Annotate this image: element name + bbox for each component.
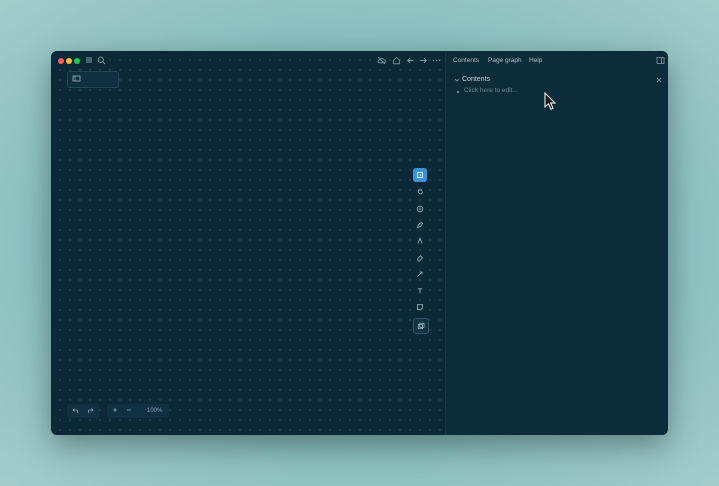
- maximize-window-button[interactable]: [74, 58, 80, 64]
- search-icon[interactable]: [97, 56, 106, 65]
- forward-arrow-icon[interactable]: [419, 56, 428, 65]
- app-window: 100% Contents Page graph Help Contents C…: [51, 51, 668, 435]
- bullet-icon: [456, 90, 460, 94]
- contents-heading: Contents: [462, 76, 491, 83]
- undo-icon[interactable]: [72, 406, 80, 414]
- shape-tool-button[interactable]: [413, 202, 427, 216]
- select-icon: [417, 172, 423, 178]
- home-icon[interactable]: [392, 56, 401, 65]
- connector-icon: [417, 271, 423, 277]
- highlighter-tool-button[interactable]: [413, 234, 427, 248]
- side-panel: Contents Page graph Help Contents Click …: [445, 51, 668, 435]
- page-button[interactable]: [67, 71, 119, 88]
- eraser-icon: [417, 255, 424, 262]
- chevron-down-icon[interactable]: [454, 77, 460, 83]
- close-window-button[interactable]: [58, 58, 64, 64]
- eraser-tool-button[interactable]: [413, 251, 427, 265]
- whiteboard-canvas[interactable]: 100%: [51, 51, 445, 435]
- highlighter-icon: [417, 237, 423, 244]
- toggle-sidebar-icon[interactable]: [656, 56, 665, 65]
- hand-tool-button[interactable]: [413, 184, 427, 198]
- close-icon[interactable]: [655, 76, 663, 84]
- zoom-level[interactable]: 100%: [147, 408, 162, 414]
- embed-tool-button[interactable]: [413, 318, 429, 334]
- connector-tool-button[interactable]: [413, 267, 427, 281]
- shape-icon: [416, 205, 424, 213]
- history-controls: [67, 404, 99, 418]
- tab-page-graph[interactable]: Page graph: [488, 57, 522, 64]
- more-options-icon[interactable]: [432, 56, 441, 65]
- minimize-window-button[interactable]: [66, 58, 72, 64]
- embed-icon: [417, 322, 425, 330]
- mouse-cursor-icon: [544, 92, 558, 111]
- sticky-note-tool-button[interactable]: [413, 300, 427, 314]
- redo-icon[interactable]: [86, 406, 94, 414]
- pen-tool-button[interactable]: [413, 218, 427, 232]
- zoom-out-icon[interactable]: [125, 406, 133, 414]
- text-tool-button[interactable]: [413, 284, 427, 298]
- page-icon: [72, 74, 81, 83]
- zoom-in-icon[interactable]: [111, 406, 119, 414]
- tab-help[interactable]: Help: [529, 57, 542, 64]
- menu-icon[interactable]: [85, 56, 93, 64]
- cloud-offline-icon[interactable]: [377, 56, 386, 65]
- sticky-note-icon: [417, 304, 423, 310]
- text-icon: [417, 288, 423, 294]
- zoom-controls: 100%: [107, 404, 169, 418]
- click-to-edit-placeholder[interactable]: Click here to edit...: [464, 87, 518, 94]
- tab-contents[interactable]: Contents: [453, 57, 479, 64]
- select-tool-button[interactable]: [413, 168, 427, 182]
- back-arrow-icon[interactable]: [406, 56, 415, 65]
- pen-icon: [416, 221, 424, 229]
- hand-icon: [418, 188, 423, 195]
